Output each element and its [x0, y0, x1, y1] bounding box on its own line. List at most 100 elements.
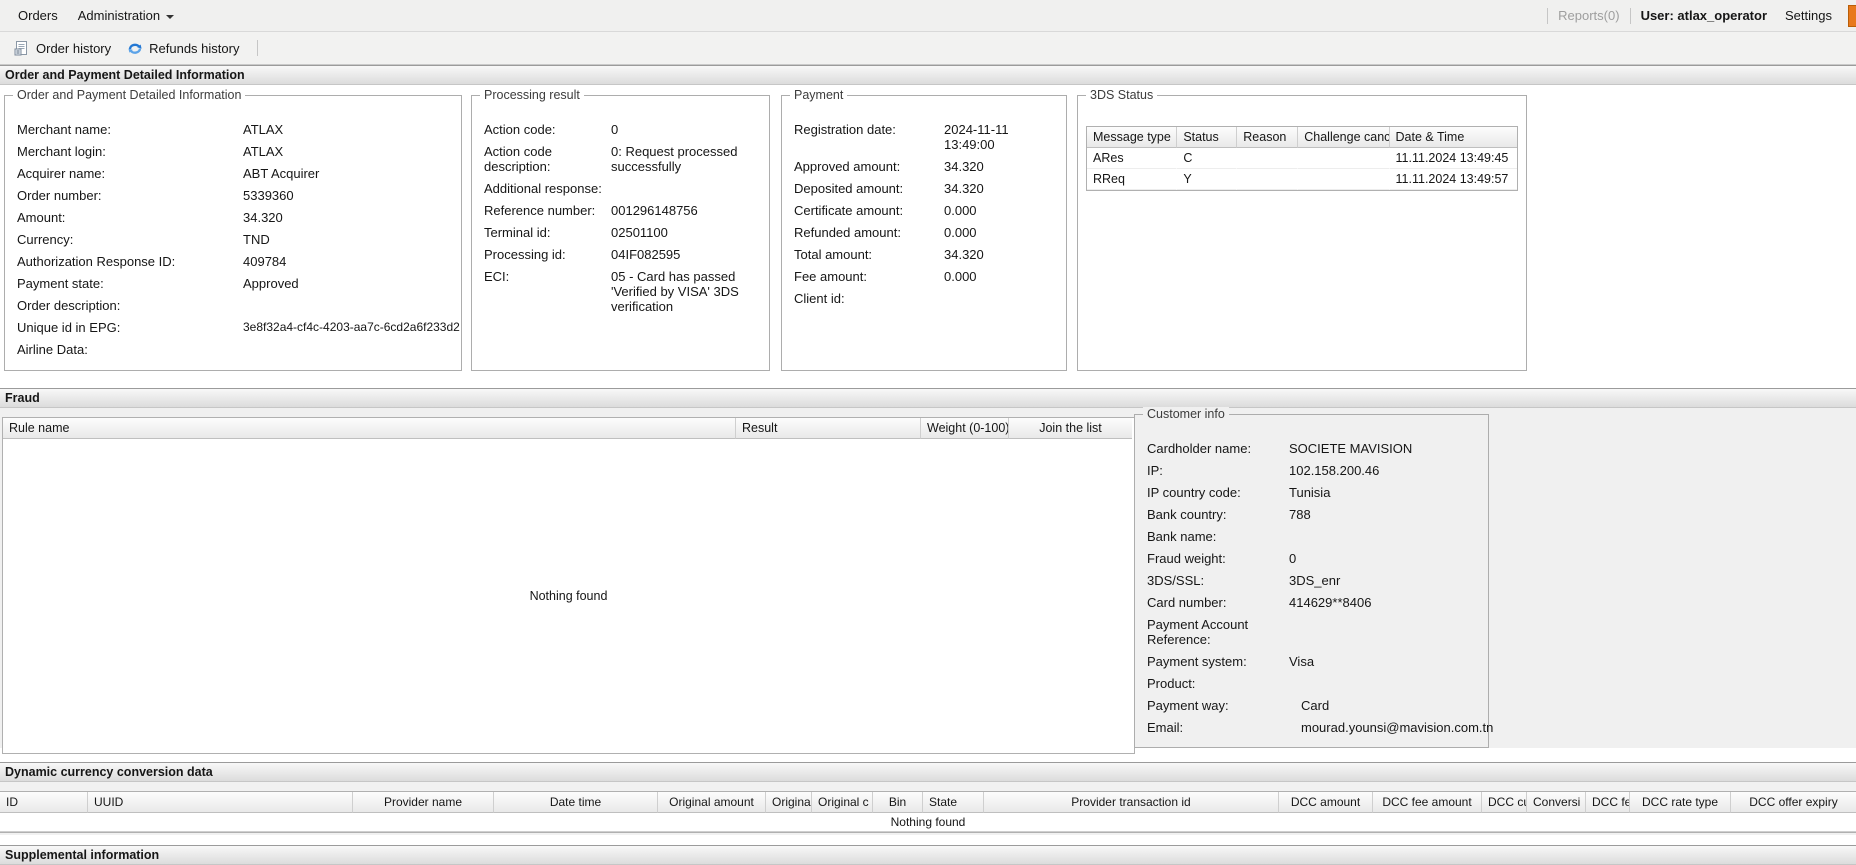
column-header: DCC fee — [1586, 792, 1630, 813]
column-header: DCC offer expiry — [1731, 792, 1856, 813]
field-additional-response: Additional response: — [484, 181, 763, 196]
field-registration-date: Registration date: 2024-11-11 13:49:00 — [794, 122, 1060, 152]
reports-link[interactable]: Reports(0) — [1558, 8, 1619, 23]
column-header: Rule name — [3, 418, 736, 439]
field-currency: Currency: TND — [17, 232, 455, 247]
field-3ds-ssl: 3DS/SSL: 3DS_enr — [1147, 573, 1482, 588]
table-cell: 11.11.2024 13:49:57 — [1389, 169, 1517, 190]
table-header-row: ID UUID Provider name Date time Original… — [0, 792, 1856, 813]
field-terminal-id: Terminal id: 02501100 — [484, 225, 763, 240]
spacer — [0, 373, 1856, 388]
column-header: State — [923, 792, 984, 813]
field-label: Amount: — [17, 210, 66, 225]
table-cell: 11.11.2024 13:49:45 — [1389, 148, 1517, 169]
column-header: Bin — [873, 792, 923, 813]
field-value: TND — [243, 232, 270, 247]
column-header: DCC fee amount — [1373, 792, 1482, 813]
column-header: DCC amount — [1279, 792, 1373, 813]
field-label: Merchant login: — [17, 144, 106, 159]
section-title: Supplemental information — [5, 848, 160, 862]
column-header: Date & Time — [1389, 127, 1517, 148]
fraud-section: Rule name Result Weight (0-100) Join the… — [0, 407, 1856, 754]
order-history-button[interactable]: Order history — [6, 37, 119, 59]
field-value: Tunisia — [1289, 485, 1331, 500]
section-header-fraud: Fraud — [0, 388, 1856, 408]
order-info-fieldset: Order and Payment Detailed Information M… — [4, 88, 462, 371]
field-authorization-response-id: Authorization Response ID: 409784 — [17, 254, 455, 269]
column-header: Challenge cancel — [1298, 127, 1390, 148]
field-airline-data: Airline Data: — [17, 342, 455, 357]
column-header: Original amount — [658, 792, 766, 813]
menu-bar: Orders Administration Reports(0) User: a… — [0, 0, 1856, 32]
field-value — [1289, 676, 1482, 691]
field-value: 409784 — [243, 254, 287, 269]
field-merchant-login: Merchant login: ATLAX — [17, 144, 455, 159]
column-header: ID — [0, 792, 88, 813]
column-header: DCC curr — [1482, 792, 1527, 813]
fraud-table-body: Nothing found — [3, 439, 1134, 753]
order-history-icon — [14, 40, 30, 56]
field-bank-country: Bank country: 788 — [1147, 507, 1482, 522]
field-eci: ECI: 05 - Card has passed 'Verified by VI… — [484, 269, 763, 314]
menu-item-label: Orders — [18, 8, 58, 23]
field-label: Action code: — [484, 122, 556, 137]
field-label: Client id: — [794, 291, 845, 306]
column-header: Reason — [1237, 127, 1299, 148]
menu-item-administration[interactable]: Administration — [68, 8, 184, 23]
column-header: Join the list — [1009, 418, 1132, 439]
field-value: 0: Request processed successfully — [611, 144, 738, 174]
field-value: ABT Acquirer — [243, 166, 320, 181]
field-value: 0.000 — [944, 269, 977, 284]
column-header: Weight (0-100) — [921, 418, 1009, 439]
column-header: DCC rate type — [1630, 792, 1731, 813]
field-value: 05 - Card has passed 'Verified by VISA' … — [611, 269, 739, 314]
field-value: 0 — [1289, 551, 1297, 566]
table-cell: Y — [1177, 169, 1238, 190]
field-value: Approved — [243, 276, 299, 291]
spacer — [0, 835, 1856, 845]
section-title: Dynamic currency conversion data — [5, 765, 213, 779]
section-header-supplemental: Supplemental information — [0, 845, 1856, 865]
refunds-history-label: Refunds history — [149, 40, 240, 56]
field-order-description: Order description: — [17, 298, 455, 313]
separator — [1629, 7, 1631, 24]
field-label: Registration date: — [794, 122, 896, 137]
field-refunded-amount: Refunded amount: 0.000 — [794, 225, 1060, 240]
settings-link[interactable]: Settings — [1785, 8, 1832, 23]
field-fee-amount: Fee amount: 0.000 — [794, 269, 1060, 284]
field-cardholder-name: Cardholder name: SOCIETE MAVISION — [1147, 441, 1482, 456]
field-label: Fee amount: — [794, 269, 867, 284]
field-label: Payment Account Reference: — [1147, 617, 1249, 647]
fraud-table: Rule name Result Weight (0-100) Join the… — [2, 417, 1135, 754]
toolbar-separator — [257, 40, 259, 56]
toolbar: Order history Refunds history — [0, 32, 1856, 65]
table-cell — [1298, 169, 1390, 190]
field-order-number: Order number: 5339360 — [17, 188, 455, 203]
field-value: 3DS_enr — [1289, 573, 1341, 588]
section-header-order-payment: Order and Payment Detailed Information — [0, 65, 1856, 85]
field-label: Bank name: — [1147, 529, 1217, 544]
user-label: User: atlax_operator — [1640, 8, 1768, 23]
menu-item-label: Administration — [77, 8, 161, 23]
column-header: Conversi — [1527, 792, 1586, 813]
field-label: Order number: — [17, 188, 102, 203]
menu-item-orders[interactable]: Orders — [8, 8, 68, 23]
column-header: Status — [1177, 127, 1238, 148]
empty-state-text: Nothing found — [890, 815, 966, 829]
dcc-empty-row: Nothing found — [0, 813, 1856, 832]
refunds-history-button[interactable]: Refunds history — [119, 37, 247, 59]
logout-button[interactable] — [1848, 5, 1856, 27]
field-value: 0.000 — [944, 225, 977, 240]
field-value: 788 — [1289, 507, 1311, 522]
field-total-amount: Total amount: 34.320 — [794, 247, 1060, 262]
field-value: 5339360 — [243, 188, 294, 203]
column-header: Provider transaction id — [984, 792, 1279, 813]
field-value: SOCIETE MAVISION — [1289, 441, 1413, 456]
field-unique-id-epg: Unique id in EPG: 3e8f32a4-cf4c-4203-aa7c… — [17, 320, 460, 335]
field-label: Reference number: — [484, 203, 596, 218]
field-label: Currency: — [17, 232, 74, 247]
field-ip: IP: 102.158.200.46 — [1147, 463, 1482, 478]
tds-status-table: Message type Status Reason Challenge can… — [1086, 126, 1518, 191]
customer-info-legend: Customer info — [1143, 407, 1229, 421]
field-label: Merchant name: — [17, 122, 111, 137]
